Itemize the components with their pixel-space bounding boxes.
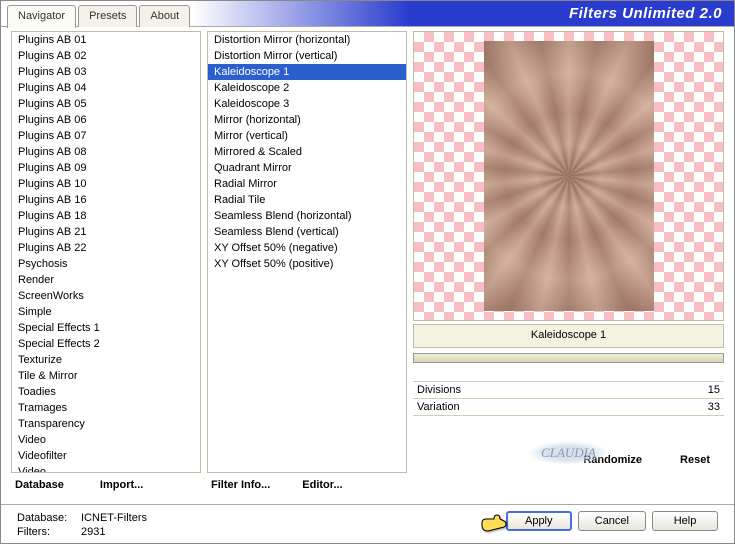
preview-buttons: Randomize Reset bbox=[413, 452, 724, 468]
status-filters-value: 2931 bbox=[81, 525, 105, 539]
tab-navigator[interactable]: Navigator bbox=[7, 5, 76, 28]
list-item[interactable]: Plugins AB 03 bbox=[12, 64, 200, 80]
pointing-hand-icon bbox=[480, 513, 508, 537]
list-item[interactable]: Kaleidoscope 2 bbox=[208, 80, 406, 96]
pointing-hand-icon bbox=[200, 366, 201, 390]
parameter-row[interactable]: Divisions 15 bbox=[413, 381, 724, 398]
list-item[interactable]: Video bbox=[12, 464, 200, 473]
preview-column: Kaleidoscope 1 Divisions15Variation33 CL… bbox=[413, 31, 724, 502]
help-button[interactable]: Help bbox=[652, 511, 718, 531]
list-item[interactable]: XY Offset 50% (positive) bbox=[208, 256, 406, 272]
apply-button[interactable]: Apply bbox=[506, 511, 572, 531]
import-button[interactable]: Import... bbox=[96, 477, 147, 493]
list-item[interactable]: Mirror (horizontal) bbox=[208, 112, 406, 128]
dialog-buttons: Apply Cancel Help bbox=[506, 511, 718, 531]
list-item[interactable]: Distortion Mirror (horizontal) bbox=[208, 32, 406, 48]
list-item[interactable]: Plugins AB 09 bbox=[12, 160, 200, 176]
list-item[interactable]: Plugins AB 21 bbox=[12, 224, 200, 240]
list-item[interactable]: Transparency bbox=[12, 416, 200, 432]
category-list[interactable]: Plugins AB 01Plugins AB 02Plugins AB 03P… bbox=[11, 31, 201, 473]
category-buttons: Database Import... bbox=[11, 477, 201, 493]
list-item[interactable]: Radial Mirror bbox=[208, 176, 406, 192]
list-item[interactable]: Plugins AB 18 bbox=[12, 208, 200, 224]
progress-bar bbox=[413, 353, 724, 363]
list-item[interactable]: Tile & Mirror bbox=[12, 368, 200, 384]
list-item[interactable]: Texturize bbox=[12, 352, 200, 368]
parameter-list: Divisions 15 Variation 33 bbox=[413, 381, 724, 416]
list-item[interactable]: Kaleidoscope 3 bbox=[208, 96, 406, 112]
status-db-label: Database: bbox=[17, 511, 77, 525]
list-item[interactable]: Plugins AB 10 bbox=[12, 176, 200, 192]
status-db-value: ICNET-Filters bbox=[81, 511, 147, 525]
list-item[interactable]: Special Effects 1 bbox=[12, 320, 200, 336]
filter-list[interactable]: Distortion Mirror (horizontal)Distortion… bbox=[207, 31, 407, 473]
preview-title: Kaleidoscope 1 bbox=[413, 324, 724, 348]
list-item[interactable]: Plugins AB 04 bbox=[12, 80, 200, 96]
tab-strip: Navigator Presets About bbox=[1, 1, 192, 27]
list-item[interactable]: Plugins AB 01 bbox=[12, 32, 200, 48]
list-item[interactable]: Plugins AB 06 bbox=[12, 112, 200, 128]
list-item[interactable]: Plugins AB 16 bbox=[12, 192, 200, 208]
header: Navigator Presets About Filters Unlimite… bbox=[1, 1, 734, 27]
reset-button[interactable]: Reset bbox=[676, 452, 714, 468]
list-item[interactable]: XY Offset 50% (negative) bbox=[208, 240, 406, 256]
list-item[interactable]: Distortion Mirror (vertical) bbox=[208, 48, 406, 64]
list-item[interactable]: Radial Tile bbox=[208, 192, 406, 208]
list-item[interactable]: Tramages bbox=[12, 400, 200, 416]
parameter-row[interactable]: Variation 33 bbox=[413, 398, 724, 415]
list-item[interactable]: Plugins AB 07 bbox=[12, 128, 200, 144]
list-item[interactable]: Seamless Blend (horizontal) bbox=[208, 208, 406, 224]
main-area: Plugins AB 01Plugins AB 02Plugins AB 03P… bbox=[1, 27, 734, 504]
list-item[interactable]: Seamless Blend (vertical) bbox=[208, 224, 406, 240]
list-item[interactable]: Kaleidoscope 1 bbox=[208, 64, 406, 80]
list-item[interactable]: Videofilter bbox=[12, 448, 200, 464]
status-filters-label: Filters: bbox=[17, 525, 77, 539]
database-button[interactable]: Database bbox=[11, 477, 68, 493]
list-item[interactable]: Psychosis bbox=[12, 256, 200, 272]
list-item[interactable]: Plugins AB 08 bbox=[12, 144, 200, 160]
preview-image bbox=[484, 41, 654, 311]
randomize-button[interactable]: Randomize bbox=[579, 452, 646, 468]
list-item[interactable]: Render bbox=[12, 272, 200, 288]
tab-about[interactable]: About bbox=[139, 5, 190, 27]
parameter-name: Divisions bbox=[417, 384, 461, 396]
list-item[interactable]: Quadrant Mirror bbox=[208, 160, 406, 176]
parameter-name: Variation bbox=[417, 401, 460, 413]
list-item[interactable]: Plugins AB 05 bbox=[12, 96, 200, 112]
list-item[interactable]: Mirror (vertical) bbox=[208, 128, 406, 144]
list-item[interactable]: Plugins AB 22 bbox=[12, 240, 200, 256]
list-item[interactable]: Simple bbox=[12, 304, 200, 320]
filter-info-button[interactable]: Filter Info... bbox=[207, 477, 274, 493]
list-item[interactable]: ScreenWorks bbox=[12, 288, 200, 304]
list-item[interactable]: Toadies bbox=[12, 384, 200, 400]
list-item[interactable]: Video bbox=[12, 432, 200, 448]
parameter-value: 33 bbox=[708, 401, 720, 413]
filter-column: Distortion Mirror (horizontal)Distortion… bbox=[207, 31, 407, 502]
cancel-button[interactable]: Cancel bbox=[578, 511, 646, 531]
parameter-value: 15 bbox=[708, 384, 720, 396]
pointing-hand-icon bbox=[406, 62, 407, 86]
filter-buttons: Filter Info... Editor... bbox=[207, 477, 407, 493]
dialog-bottom: Database: ICNET-Filters Filters: 2931 Ap… bbox=[1, 504, 734, 543]
list-item[interactable]: Special Effects 2 bbox=[12, 336, 200, 352]
list-item[interactable]: Mirrored & Scaled bbox=[208, 144, 406, 160]
status-area: Database: ICNET-Filters Filters: 2931 bbox=[17, 511, 147, 539]
preview-checker bbox=[414, 32, 723, 320]
editor-button[interactable]: Editor... bbox=[298, 477, 346, 493]
category-column: Plugins AB 01Plugins AB 02Plugins AB 03P… bbox=[11, 31, 201, 502]
app-window: Navigator Presets About Filters Unlimite… bbox=[0, 0, 735, 544]
app-title: Filters Unlimited 2.0 bbox=[192, 1, 734, 26]
list-item[interactable]: Plugins AB 02 bbox=[12, 48, 200, 64]
preview-area bbox=[413, 31, 724, 321]
tab-presets[interactable]: Presets bbox=[78, 5, 137, 27]
